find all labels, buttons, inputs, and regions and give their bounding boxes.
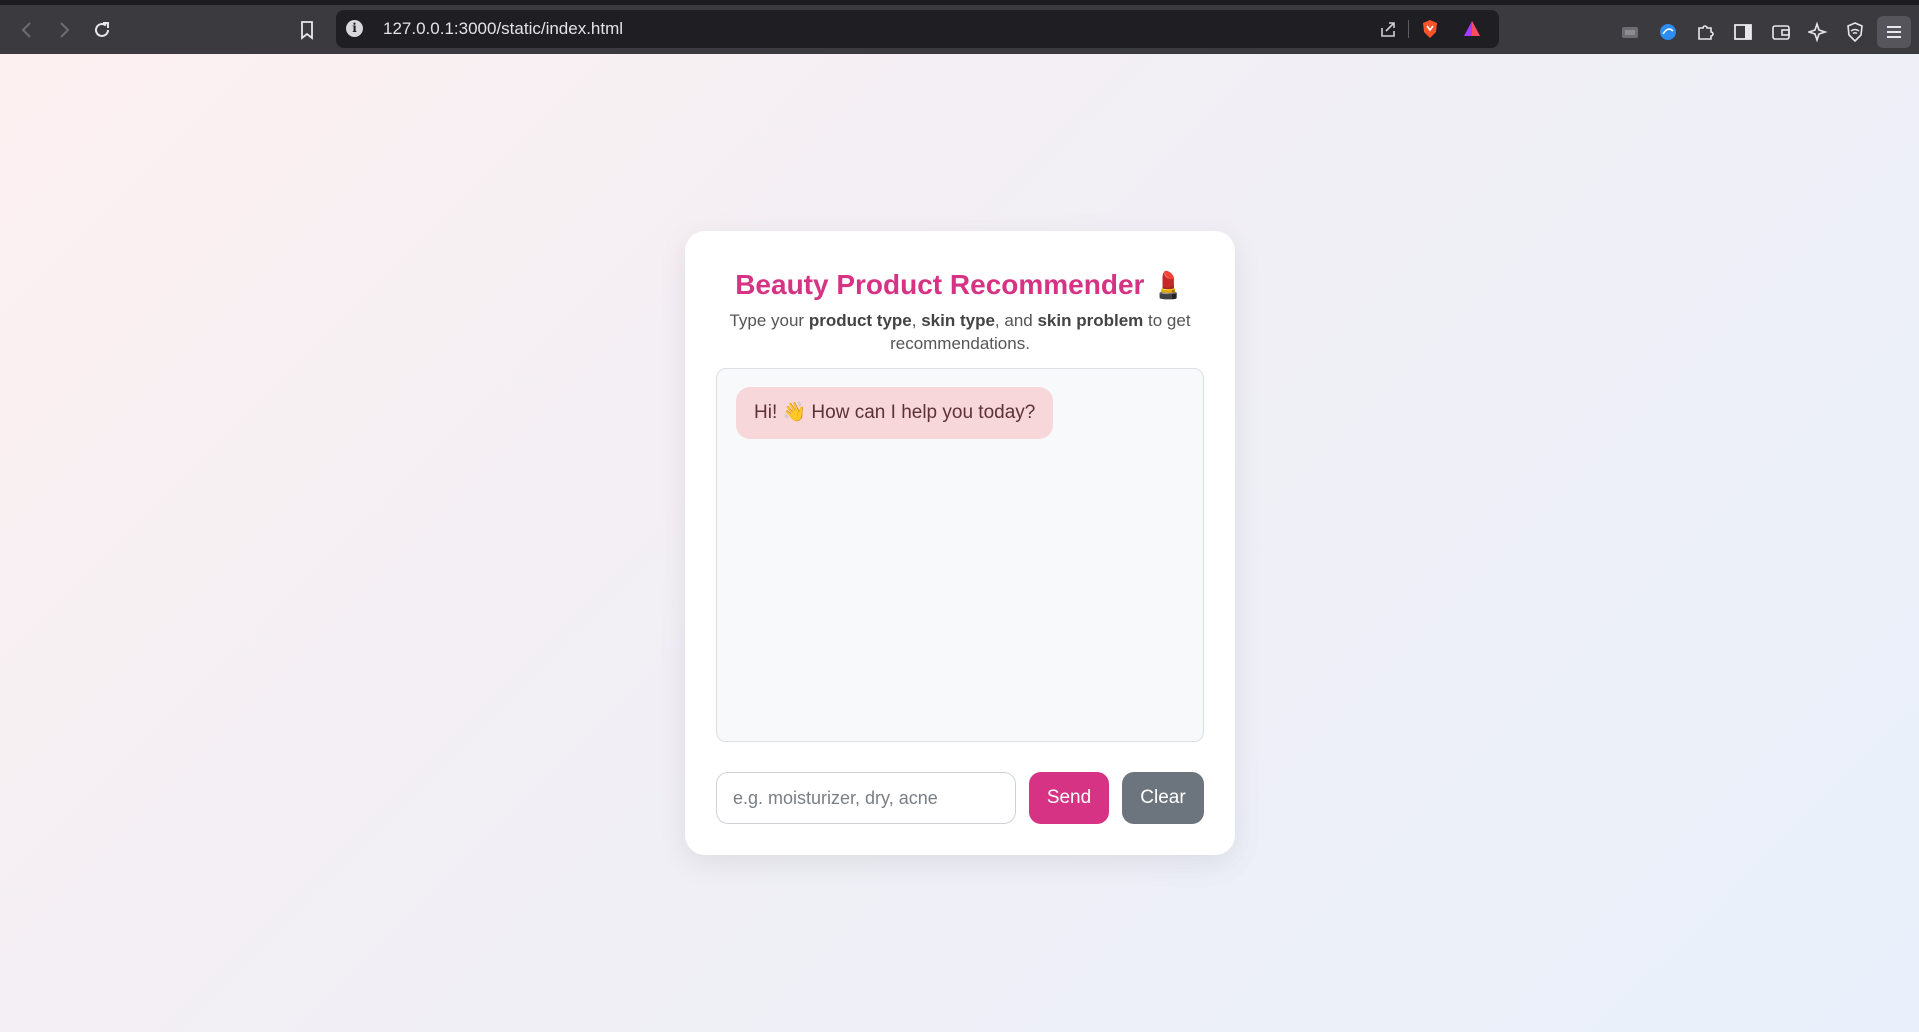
- forward-icon[interactable]: [49, 15, 79, 45]
- chat-card: Beauty Product Recommender 💄 Type your pr…: [685, 231, 1235, 855]
- bot-message: Hi! 👋 How can I help you today?: [736, 387, 1054, 439]
- input-row: Send Clear: [716, 772, 1204, 824]
- lipstick-icon: 💄: [1152, 270, 1185, 300]
- reload-icon[interactable]: [87, 15, 117, 45]
- subtitle-bold: product type: [808, 311, 912, 330]
- subtitle-text: Type your: [729, 311, 809, 330]
- extension-icon[interactable]: [1618, 20, 1642, 44]
- address-bar[interactable]: i 127.0.0.1:3000/static/index.html: [336, 10, 1499, 48]
- url-text[interactable]: 127.0.0.1:3000/static/index.html: [383, 10, 623, 48]
- page-title: Beauty Product Recommender 💄: [685, 269, 1235, 301]
- subtitle-bold: skin problem: [1037, 311, 1144, 330]
- puzzle-icon[interactable]: [1693, 20, 1717, 44]
- wifi-shield-icon[interactable]: [1843, 20, 1867, 44]
- brave-shields-icon[interactable]: [1419, 18, 1441, 40]
- subtitle: Type your product type, skin type, and s…: [715, 309, 1205, 355]
- url-divider: [1408, 20, 1409, 38]
- brave-rewards-icon[interactable]: [1461, 18, 1483, 40]
- title-text: Beauty Product Recommender: [735, 269, 1145, 300]
- message-input[interactable]: [716, 772, 1016, 824]
- sidebar-icon[interactable]: [1731, 20, 1755, 44]
- leo-ai-icon[interactable]: [1806, 20, 1830, 44]
- share-icon[interactable]: [1377, 18, 1399, 40]
- send-button[interactable]: Send: [1029, 772, 1109, 824]
- subtitle-text: , and: [994, 311, 1038, 330]
- menu-icon[interactable]: [1877, 16, 1911, 48]
- vpn-icon[interactable]: [1656, 20, 1680, 44]
- subtitle-text: ,: [911, 311, 922, 330]
- subtitle-bold: skin type: [921, 311, 995, 330]
- bookmark-icon[interactable]: [292, 15, 322, 45]
- page-viewport: Beauty Product Recommender 💄 Type your pr…: [0, 54, 1919, 1032]
- wallet-icon[interactable]: [1769, 20, 1793, 44]
- back-icon[interactable]: [12, 15, 42, 45]
- clear-button[interactable]: Clear: [1122, 772, 1204, 824]
- browser-toolbar: i 127.0.0.1:3000/static/index.html: [0, 0, 1919, 54]
- chat-messages[interactable]: Hi! 👋 How can I help you today?: [716, 368, 1204, 742]
- site-info-icon[interactable]: i: [346, 20, 363, 37]
